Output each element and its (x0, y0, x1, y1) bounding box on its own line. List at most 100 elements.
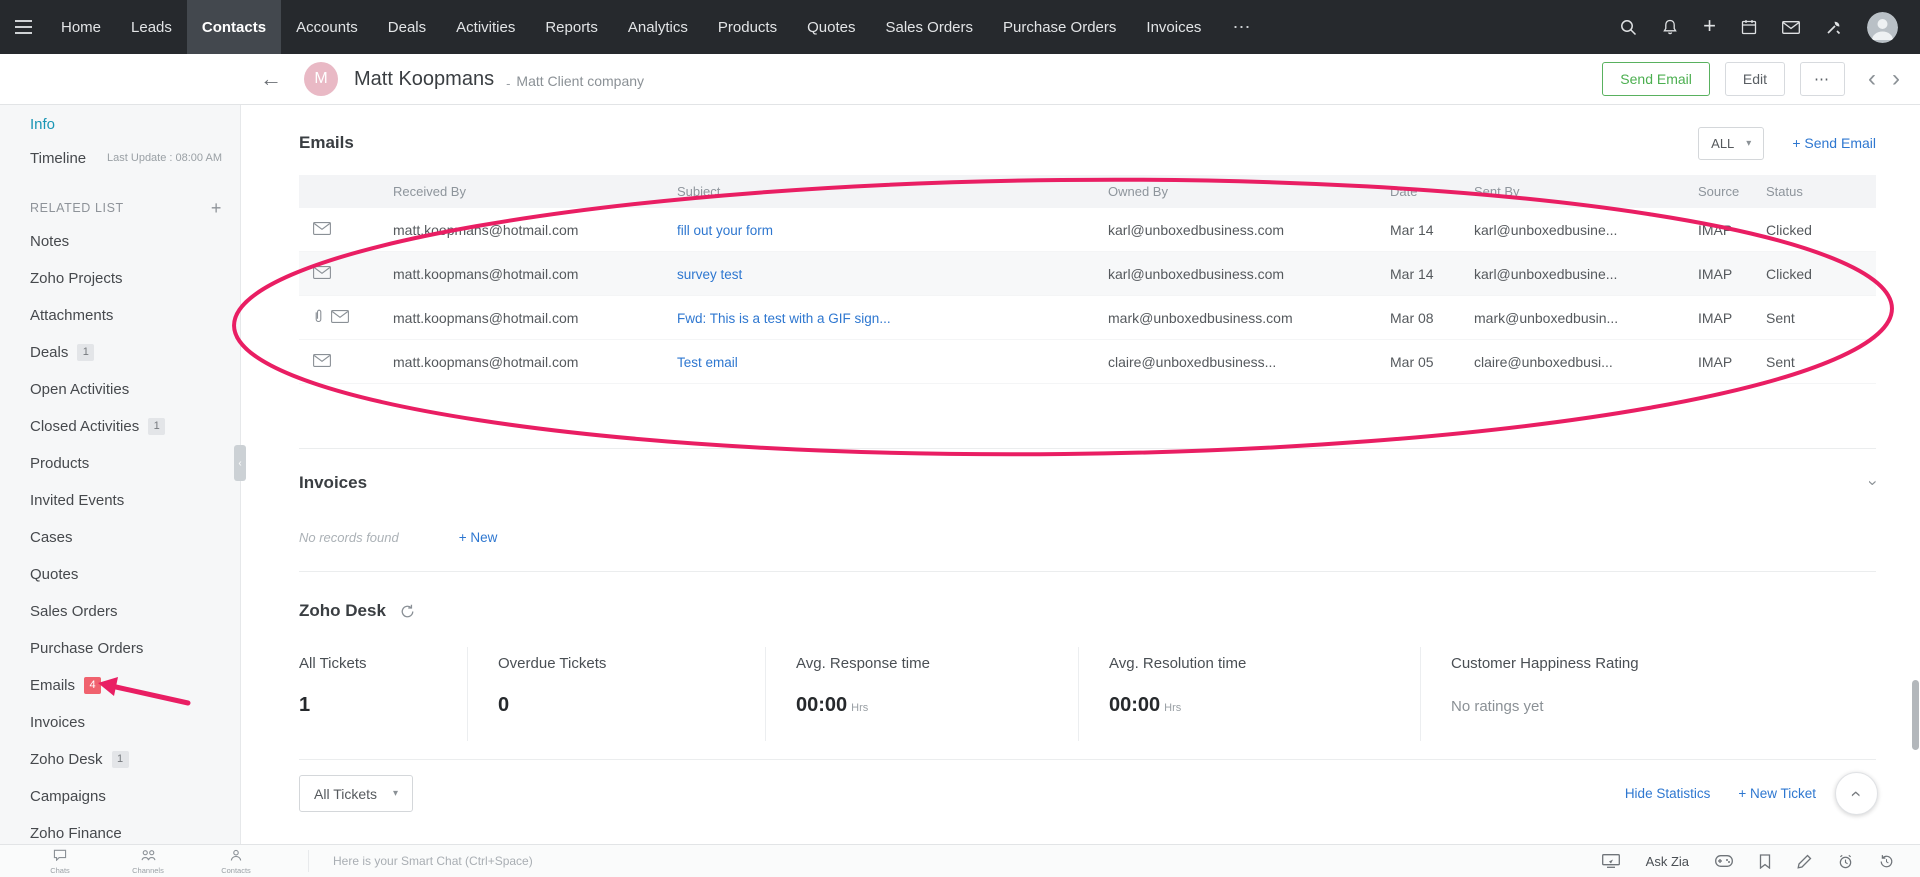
email-subject-link[interactable]: survey test (677, 267, 742, 282)
nav-item-leads[interactable]: Leads (116, 0, 187, 54)
sidebar-item-quotes[interactable]: Quotes (0, 556, 240, 593)
mail-icon[interactable] (1782, 20, 1800, 34)
nav-item-activities[interactable]: Activities (441, 0, 530, 54)
footer-channels-button[interactable]: Channels (104, 848, 192, 875)
stat-overdue-tickets-value: 0 (498, 694, 510, 716)
nav-item-analytics[interactable]: Analytics (613, 0, 703, 54)
email-row-icons (299, 353, 393, 370)
sidebar-item-cases[interactable]: Cases (0, 519, 240, 556)
emails-filter-dropdown[interactable]: ALL ▾ (1698, 126, 1765, 160)
email-owned-by: karl@unboxedbusiness.com (1108, 221, 1285, 238)
sidebar-item-info[interactable]: Info (0, 107, 240, 141)
email-status: Sent (1766, 309, 1795, 326)
chevron-up-icon: › (1845, 790, 1867, 797)
nav-item-invoices[interactable]: Invoices (1131, 0, 1216, 54)
sidebar-item-invoices[interactable]: Invoices (0, 704, 240, 741)
send-email-link[interactable]: + Send Email (1792, 135, 1876, 151)
search-icon[interactable] (1620, 19, 1637, 36)
sidebar-item-campaigns[interactable]: Campaigns (0, 778, 240, 815)
add-related-list-icon[interactable]: + (211, 198, 222, 219)
section-divider (299, 571, 1876, 572)
collapse-section-icon[interactable]: › (1863, 480, 1883, 486)
email-row-icons (299, 308, 393, 327)
hamburger-menu-icon[interactable] (0, 0, 46, 54)
email-subject-link[interactable]: Test email (677, 355, 738, 370)
nav-item-reports[interactable]: Reports (530, 0, 613, 54)
sidebar-item-closed-activities[interactable]: Closed Activities 1 (0, 408, 240, 445)
sidebar-item-purchase-orders[interactable]: Purchase Orders (0, 630, 240, 667)
calendar-icon[interactable] (1741, 19, 1757, 35)
email-owned-by: claire@unboxedbusiness... (1108, 353, 1277, 370)
related-list-header: RELATED LIST + (0, 193, 240, 223)
email-row[interactable]: matt.koopmans@hotmail.com fill out your … (299, 208, 1876, 252)
no-records-text: No records found (299, 529, 399, 545)
hide-statistics-link[interactable]: Hide Statistics (1625, 786, 1711, 801)
email-date: Mar 14 (1390, 221, 1434, 238)
sidebar-item-open-activities[interactable]: Open Activities (0, 371, 240, 408)
new-invoice-link[interactable]: + New (459, 530, 498, 545)
ask-zia-button[interactable]: Ask Zia (1646, 854, 1689, 869)
scroll-to-top-button[interactable]: › (1835, 772, 1878, 815)
email-row[interactable]: matt.koopmans@hotmail.com Test email cla… (299, 340, 1876, 384)
send-email-button[interactable]: Send Email (1602, 62, 1710, 96)
nav-item-products[interactable]: Products (703, 0, 792, 54)
games-icon[interactable] (1715, 855, 1733, 867)
related-list-sidebar: Info Timeline Last Update : 08:00 AM REL… (0, 105, 241, 844)
nav-item-contacts[interactable]: Contacts (186, 0, 282, 54)
closed-activities-count-badge: 1 (148, 418, 166, 435)
nav-item-accounts[interactable]: Accounts (281, 0, 373, 54)
email-subject-link[interactable]: Fwd: This is a test with a GIF sign... (677, 311, 891, 326)
email-row[interactable]: matt.koopmans@hotmail.com survey test ka… (299, 252, 1876, 296)
previous-record-icon[interactable]: ‹ (1868, 67, 1876, 91)
chevron-down-icon: ▾ (1746, 137, 1752, 149)
sidebar-item-notes[interactable]: Notes (0, 223, 240, 260)
sidebar-scroll-handle[interactable]: ‹ (234, 445, 246, 481)
sidebar-item-zoho-desk[interactable]: Zoho Desk 1 (0, 741, 240, 778)
contacts-icon (230, 848, 242, 866)
screen-share-icon[interactable] (1601, 854, 1620, 868)
email-subject-link[interactable]: fill out your form (677, 223, 773, 238)
next-record-icon[interactable]: › (1892, 67, 1900, 91)
user-avatar[interactable] (1867, 11, 1898, 43)
stat-overdue-tickets: Overdue Tickets 0 (467, 647, 765, 741)
footer-chats-button[interactable]: Chats (16, 848, 104, 875)
add-icon[interactable]: + (1703, 15, 1716, 37)
vertical-scrollbar-thumb[interactable] (1912, 680, 1919, 750)
edit-button[interactable]: Edit (1724, 62, 1785, 96)
email-row[interactable]: matt.koopmans@hotmail.com Fwd: This is a… (299, 296, 1876, 340)
sidebar-item-invited-events[interactable]: Invited Events (0, 482, 240, 519)
timeline-label: Timeline (30, 149, 87, 167)
sidebar-item-products[interactable]: Products (0, 445, 240, 482)
tickets-filter-dropdown[interactable]: All Tickets ▾ (299, 775, 414, 812)
contact-avatar[interactable]: M (304, 62, 338, 96)
new-ticket-link[interactable]: + New Ticket (1738, 786, 1816, 801)
sidebar-item-emails[interactable]: Emails 4 (0, 667, 240, 704)
reminder-icon[interactable] (1838, 854, 1853, 869)
notifications-icon[interactable] (1662, 19, 1678, 36)
nav-more-icon[interactable]: ⋯ (1216, 0, 1266, 54)
nav-item-home[interactable]: Home (46, 0, 116, 54)
nav-item-sales-orders[interactable]: Sales Orders (870, 0, 988, 54)
nav-item-purchase-orders[interactable]: Purchase Orders (988, 0, 1131, 54)
history-icon[interactable] (1879, 854, 1894, 869)
column-owned-by: Owned By (1108, 184, 1168, 199)
sidebar-item-timeline[interactable]: Timeline Last Update : 08:00 AM (0, 141, 240, 175)
sidebar-item-zoho-projects[interactable]: Zoho Projects (0, 260, 240, 297)
footer-contacts-button[interactable]: Contacts (192, 848, 280, 875)
nav-item-quotes[interactable]: Quotes (792, 0, 870, 54)
stat-happiness-value: No ratings yet (1451, 698, 1544, 715)
company-name[interactable]: Matt Client company (516, 73, 644, 89)
more-actions-button[interactable]: ⋯ (1800, 62, 1845, 96)
sidebar-item-deals[interactable]: Deals 1 (0, 334, 240, 371)
column-date: Date (1390, 184, 1418, 199)
smart-chat-input[interactable] (333, 854, 1602, 868)
feedback-icon[interactable] (1759, 853, 1771, 869)
sidebar-item-sales-orders[interactable]: Sales Orders (0, 593, 240, 630)
back-arrow-icon[interactable]: ← (260, 66, 282, 92)
sidebar-item-attachments[interactable]: Attachments (0, 297, 240, 334)
signature-icon[interactable] (1797, 854, 1812, 869)
nav-item-deals[interactable]: Deals (373, 0, 441, 54)
zoho-desk-count-badge: 1 (111, 751, 129, 768)
tools-icon[interactable] (1825, 19, 1842, 36)
refresh-icon[interactable] (400, 604, 415, 619)
